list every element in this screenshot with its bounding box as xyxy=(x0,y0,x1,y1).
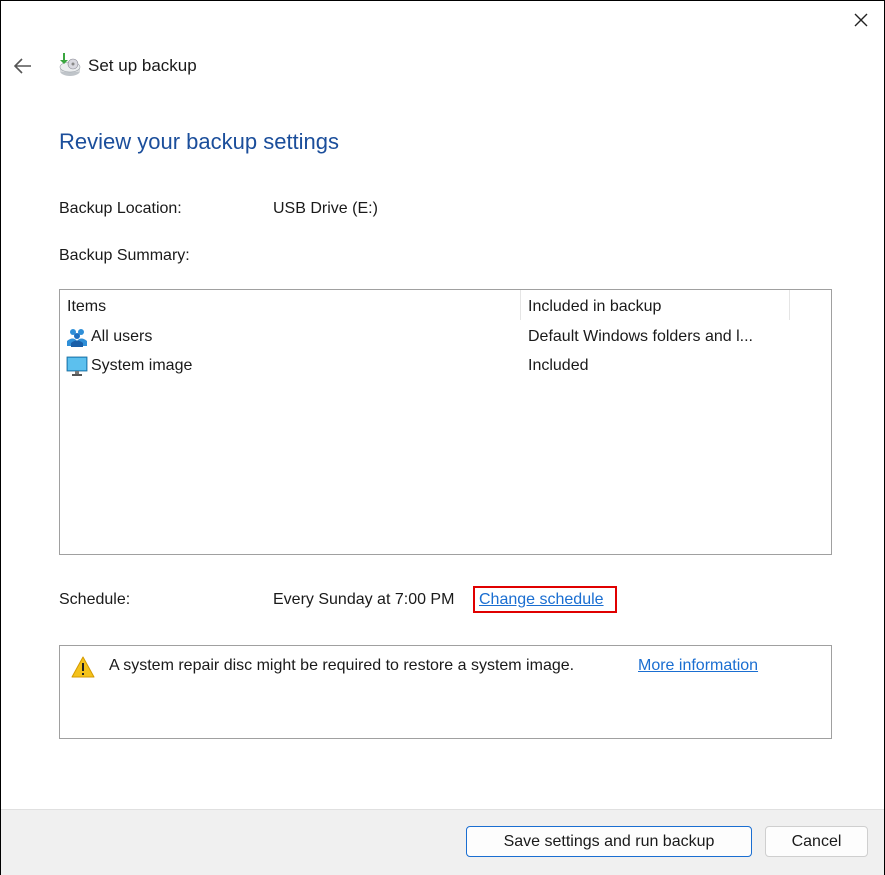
warning-icon xyxy=(71,656,95,678)
column-header-items[interactable]: Items xyxy=(67,298,106,316)
backup-drive-icon xyxy=(56,52,82,78)
users-icon xyxy=(66,327,88,347)
backup-summary-label: Backup Summary: xyxy=(59,247,190,264)
backup-location-label: Backup Location: xyxy=(59,200,182,217)
highlight-box xyxy=(473,586,617,613)
column-header-included[interactable]: Included in backup xyxy=(528,298,661,316)
schedule-label: Schedule: xyxy=(59,591,131,608)
item-included: Included xyxy=(528,357,589,374)
close-button[interactable] xyxy=(847,7,875,33)
page-heading: Review your backup settings xyxy=(59,129,340,154)
table-row[interactable]: System image Included xyxy=(60,353,831,381)
column-divider[interactable] xyxy=(789,290,790,320)
back-arrow-icon xyxy=(13,58,31,74)
window-title: Set up backup xyxy=(88,56,197,75)
notice-text: A system repair disc might be required t… xyxy=(109,657,575,674)
column-divider[interactable] xyxy=(520,290,521,320)
notice-box: A system repair disc might be required t… xyxy=(59,645,832,739)
schedule-value: Every Sunday at 7:00 PM xyxy=(273,591,455,608)
more-information-link[interactable]: More information xyxy=(638,657,758,675)
back-button[interactable] xyxy=(11,55,35,77)
item-included: Default Windows folders and l... xyxy=(528,328,753,345)
close-icon xyxy=(854,13,868,27)
table-header: Items Included in backup xyxy=(60,290,831,322)
monitor-icon xyxy=(66,356,88,376)
item-name: All users xyxy=(91,328,153,345)
backup-summary-table: Items Included in backup All users Defau… xyxy=(59,289,832,555)
item-name: System image xyxy=(91,357,193,374)
cancel-button[interactable]: Cancel xyxy=(765,826,868,857)
setup-backup-window: Set up backup Review your backup setting… xyxy=(0,0,885,875)
backup-location-value: USB Drive (E:) xyxy=(273,200,378,217)
footer-bar: Save settings and run backup Cancel xyxy=(1,809,884,875)
table-row[interactable]: All users Default Windows folders and l.… xyxy=(60,324,831,352)
save-and-run-backup-button[interactable]: Save settings and run backup xyxy=(466,826,752,857)
